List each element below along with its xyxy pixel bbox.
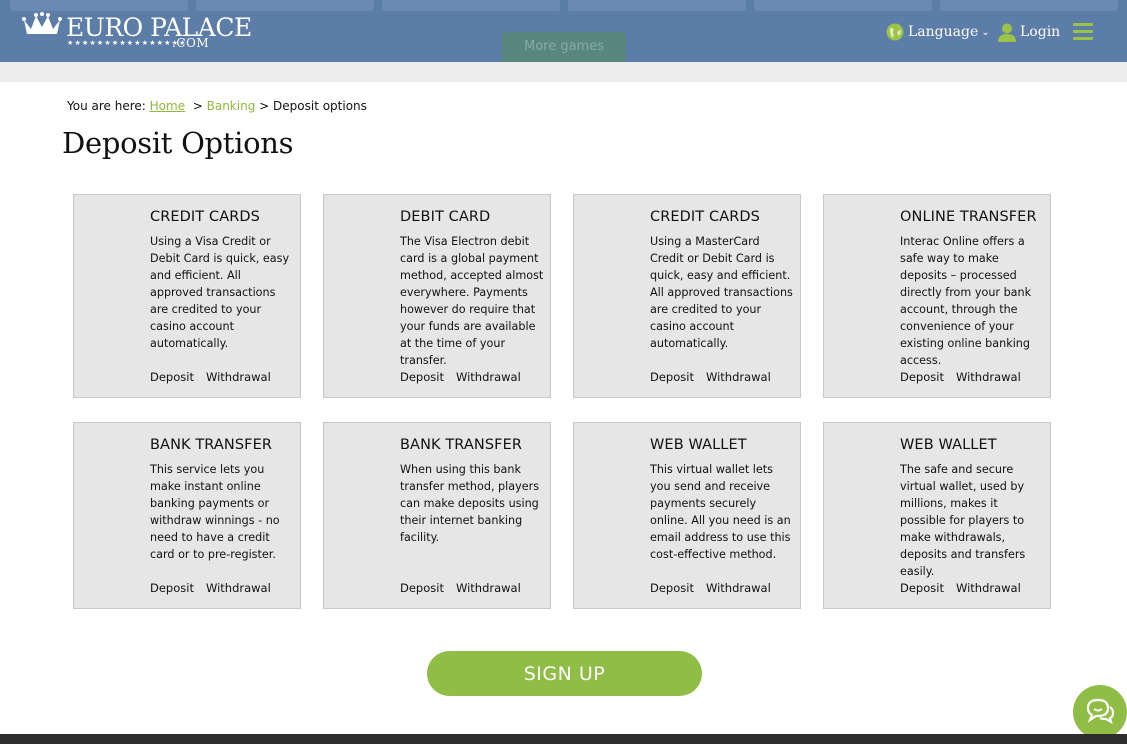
crown-icon (22, 12, 62, 34)
card-title: WEB WALLET (900, 437, 997, 453)
card-title: CREDIT CARDS (650, 209, 760, 225)
card-title: ONLINE TRANSFER (900, 209, 1037, 225)
withdrawal-link[interactable]: Withdrawal (206, 581, 271, 595)
top-tab[interactable] (568, 0, 746, 11)
card-description: This service lets you make instant onlin… (150, 463, 280, 561)
deposit-link[interactable]: Deposit (150, 370, 194, 384)
card-links: Deposit Withdrawal (400, 581, 521, 595)
top-tab[interactable] (382, 0, 560, 11)
card-links: Deposit Withdrawal (150, 370, 271, 384)
footer-bar (0, 734, 1127, 744)
breadcrumb: You are here: Home > Banking > Deposit o… (67, 99, 367, 113)
hamburger-menu-icon[interactable] (1073, 23, 1093, 41)
deposit-link[interactable]: Deposit (150, 581, 194, 595)
card-links: Deposit Withdrawal (650, 581, 771, 595)
logo-stars: ★★★★★★★★★★★★★★★★ (67, 39, 187, 47)
sign-up-button[interactable]: SIGN UP (427, 651, 702, 696)
deposit-link[interactable]: Deposit (400, 581, 444, 595)
top-tab[interactable] (196, 0, 374, 11)
payment-method-card[interactable]: ONLINE TRANSFER Interac Online offers a … (823, 194, 1051, 398)
breadcrumb-home-link[interactable]: Home (150, 99, 185, 113)
site-header: More games EURO PALACE ★★★★★★★★★★★★★★★★ … (0, 0, 1127, 62)
breadcrumb-banking-link[interactable]: Banking (207, 99, 256, 113)
withdrawal-link[interactable]: Withdrawal (706, 370, 771, 384)
live-chat-button[interactable] (1073, 685, 1127, 739)
card-links: Deposit Withdrawal (400, 370, 521, 384)
deposit-link[interactable]: Deposit (650, 581, 694, 595)
payment-method-card[interactable]: BANK TRANSFER This service lets you make… (73, 422, 301, 609)
card-links: Deposit Withdrawal (900, 370, 1021, 384)
breadcrumb-separator: > (259, 99, 270, 113)
payment-method-card[interactable]: CREDIT CARDS Using a Visa Credit or Debi… (73, 194, 301, 398)
chevron-down-icon: ⌄ (981, 26, 990, 38)
payment-method-card[interactable]: DEBIT CARD The Visa Electron debit card … (323, 194, 551, 398)
header-subbar (0, 62, 1127, 82)
card-description: The Visa Electron debit card is a global… (400, 235, 544, 367)
withdrawal-link[interactable]: Withdrawal (456, 370, 521, 384)
card-description: Using a Visa Credit or Debit Card is qui… (150, 235, 290, 350)
language-selector[interactable]: Language ⌄ (886, 20, 990, 44)
top-tab[interactable] (754, 0, 932, 11)
logo-domain: .COM (172, 36, 210, 50)
payment-method-card[interactable]: BANK TRANSFER When using this bank trans… (323, 422, 551, 609)
logo-wordmark: EURO PALACE (66, 13, 252, 42)
card-title: BANK TRANSFER (150, 437, 273, 453)
card-title: WEB WALLET (650, 437, 747, 453)
breadcrumb-current: Deposit options (273, 99, 367, 113)
user-icon (998, 23, 1016, 42)
withdrawal-link[interactable]: Withdrawal (706, 581, 771, 595)
more-games-button[interactable]: More games (502, 32, 626, 62)
breadcrumb-prefix: You are here: (67, 99, 146, 113)
card-description: This virtual wallet lets you send and re… (650, 463, 791, 561)
payment-methods-grid: CREDIT CARDS Using a Visa Credit or Debi… (73, 194, 1053, 610)
breadcrumb-separator: > (192, 99, 203, 113)
deposit-link[interactable]: Deposit (900, 370, 944, 384)
card-title: DEBIT CARD (400, 209, 491, 225)
card-links: Deposit Withdrawal (900, 581, 1021, 595)
withdrawal-link[interactable]: Withdrawal (956, 581, 1021, 595)
deposit-link[interactable]: Deposit (400, 370, 444, 384)
login-label: Login (1020, 24, 1061, 40)
deposit-link[interactable]: Deposit (900, 581, 944, 595)
payment-method-card[interactable]: WEB WALLET The safe and secure virtual w… (823, 422, 1051, 609)
globe-icon (886, 23, 904, 41)
card-links: Deposit Withdrawal (150, 581, 271, 595)
login-link[interactable]: Login (998, 20, 1060, 44)
payment-method-card[interactable]: WEB WALLET This virtual wallet lets you … (573, 422, 801, 609)
page-title: Deposit Options (62, 126, 294, 160)
payment-method-card[interactable]: CREDIT CARDS Using a MasterCard Credit o… (573, 194, 801, 398)
card-title: BANK TRANSFER (400, 437, 523, 453)
card-description: Interac Online offers a safe way to make… (900, 235, 1032, 367)
site-logo[interactable]: EURO PALACE ★★★★★★★★★★★★★★★★ .COM (22, 10, 252, 54)
chat-bubbles-icon (1086, 698, 1115, 725)
top-tab[interactable] (940, 0, 1118, 11)
card-links: Deposit Withdrawal (650, 370, 771, 384)
card-description: Using a MasterCard Credit or Debit Card … (650, 235, 793, 350)
card-description: When using this bank transfer method, pl… (400, 463, 540, 544)
language-label: Language (908, 24, 979, 40)
card-description: The safe and secure virtual wallet, used… (900, 463, 1026, 578)
withdrawal-link[interactable]: Withdrawal (206, 370, 271, 384)
withdrawal-link[interactable]: Withdrawal (956, 370, 1021, 384)
card-title: CREDIT CARDS (150, 209, 260, 225)
deposit-link[interactable]: Deposit (650, 370, 694, 384)
withdrawal-link[interactable]: Withdrawal (456, 581, 521, 595)
